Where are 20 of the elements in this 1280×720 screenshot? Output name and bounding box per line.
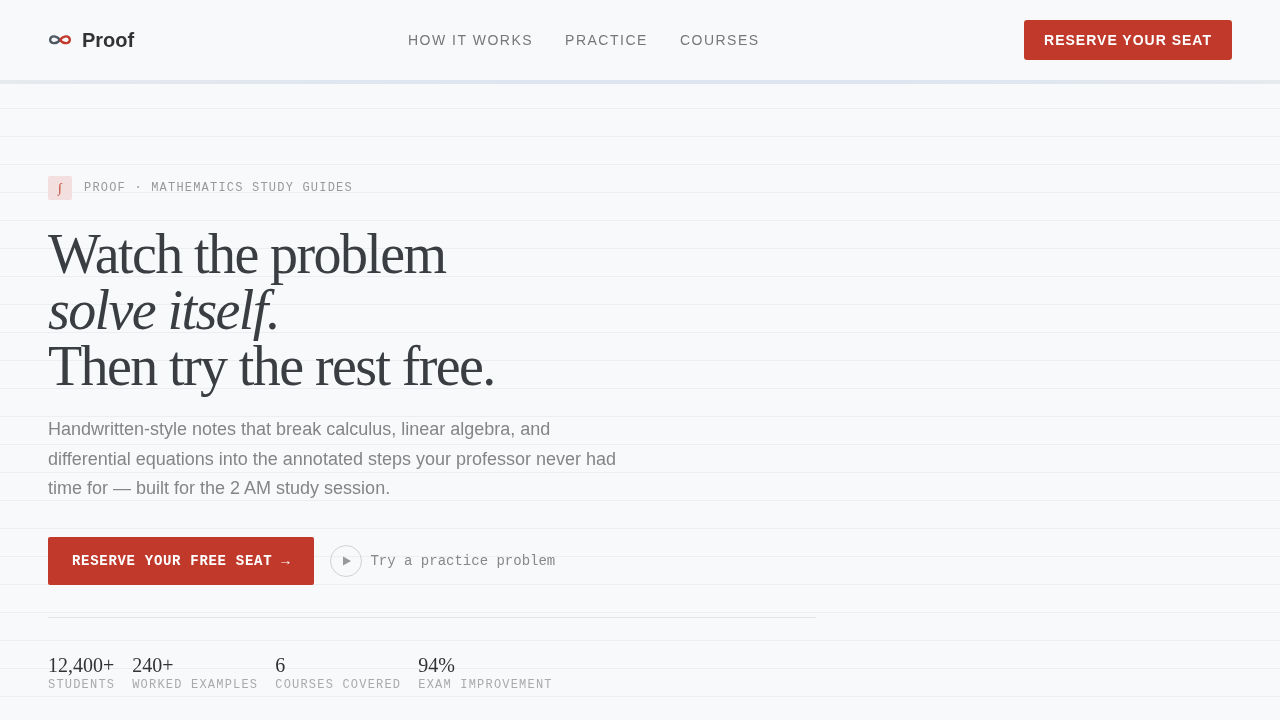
nav-link[interactable]: PRACTICE — [565, 32, 648, 48]
stat-label: EXAM IMPROVEMENT — [418, 677, 553, 694]
nav-link[interactable]: HOW IT WORKS — [408, 32, 534, 48]
stat-label: COURSES COVERED — [275, 677, 402, 694]
hero-description: Handwritten-style notes that break calculus, linear algebra, and differential equations into the annotated steps your professor never had time for — built for the 2 AM study session. — [48, 418, 618, 501]
stat-value: 6 — [275, 653, 287, 678]
practice-problem-link[interactable]: Try a practice problem — [330, 545, 556, 578]
nav-link[interactable]: COURSES — [679, 32, 760, 48]
play-icon — [330, 545, 363, 578]
reserve-seat-button[interactable]: RESERVE YOUR SEAT — [1024, 20, 1232, 60]
stat-value: 12,400+ — [48, 653, 116, 678]
reserve-free-seat-button[interactable]: RESERVE YOUR FREE SEAT → — [48, 537, 315, 586]
stat-value: 240+ — [132, 653, 175, 678]
brand-name: Proof — [82, 28, 135, 52]
infinity-logo-icon — [48, 33, 72, 47]
eyebrow-text: PROOF · MATHEMATICS STUDY GUIDES — [84, 181, 353, 195]
stat-label: STUDENTS — [48, 677, 116, 694]
integral-sign-badge: ∫ — [48, 176, 72, 200]
stat-value: 94% — [418, 653, 456, 678]
stat-label: WORKED EXAMPLES — [132, 677, 259, 694]
